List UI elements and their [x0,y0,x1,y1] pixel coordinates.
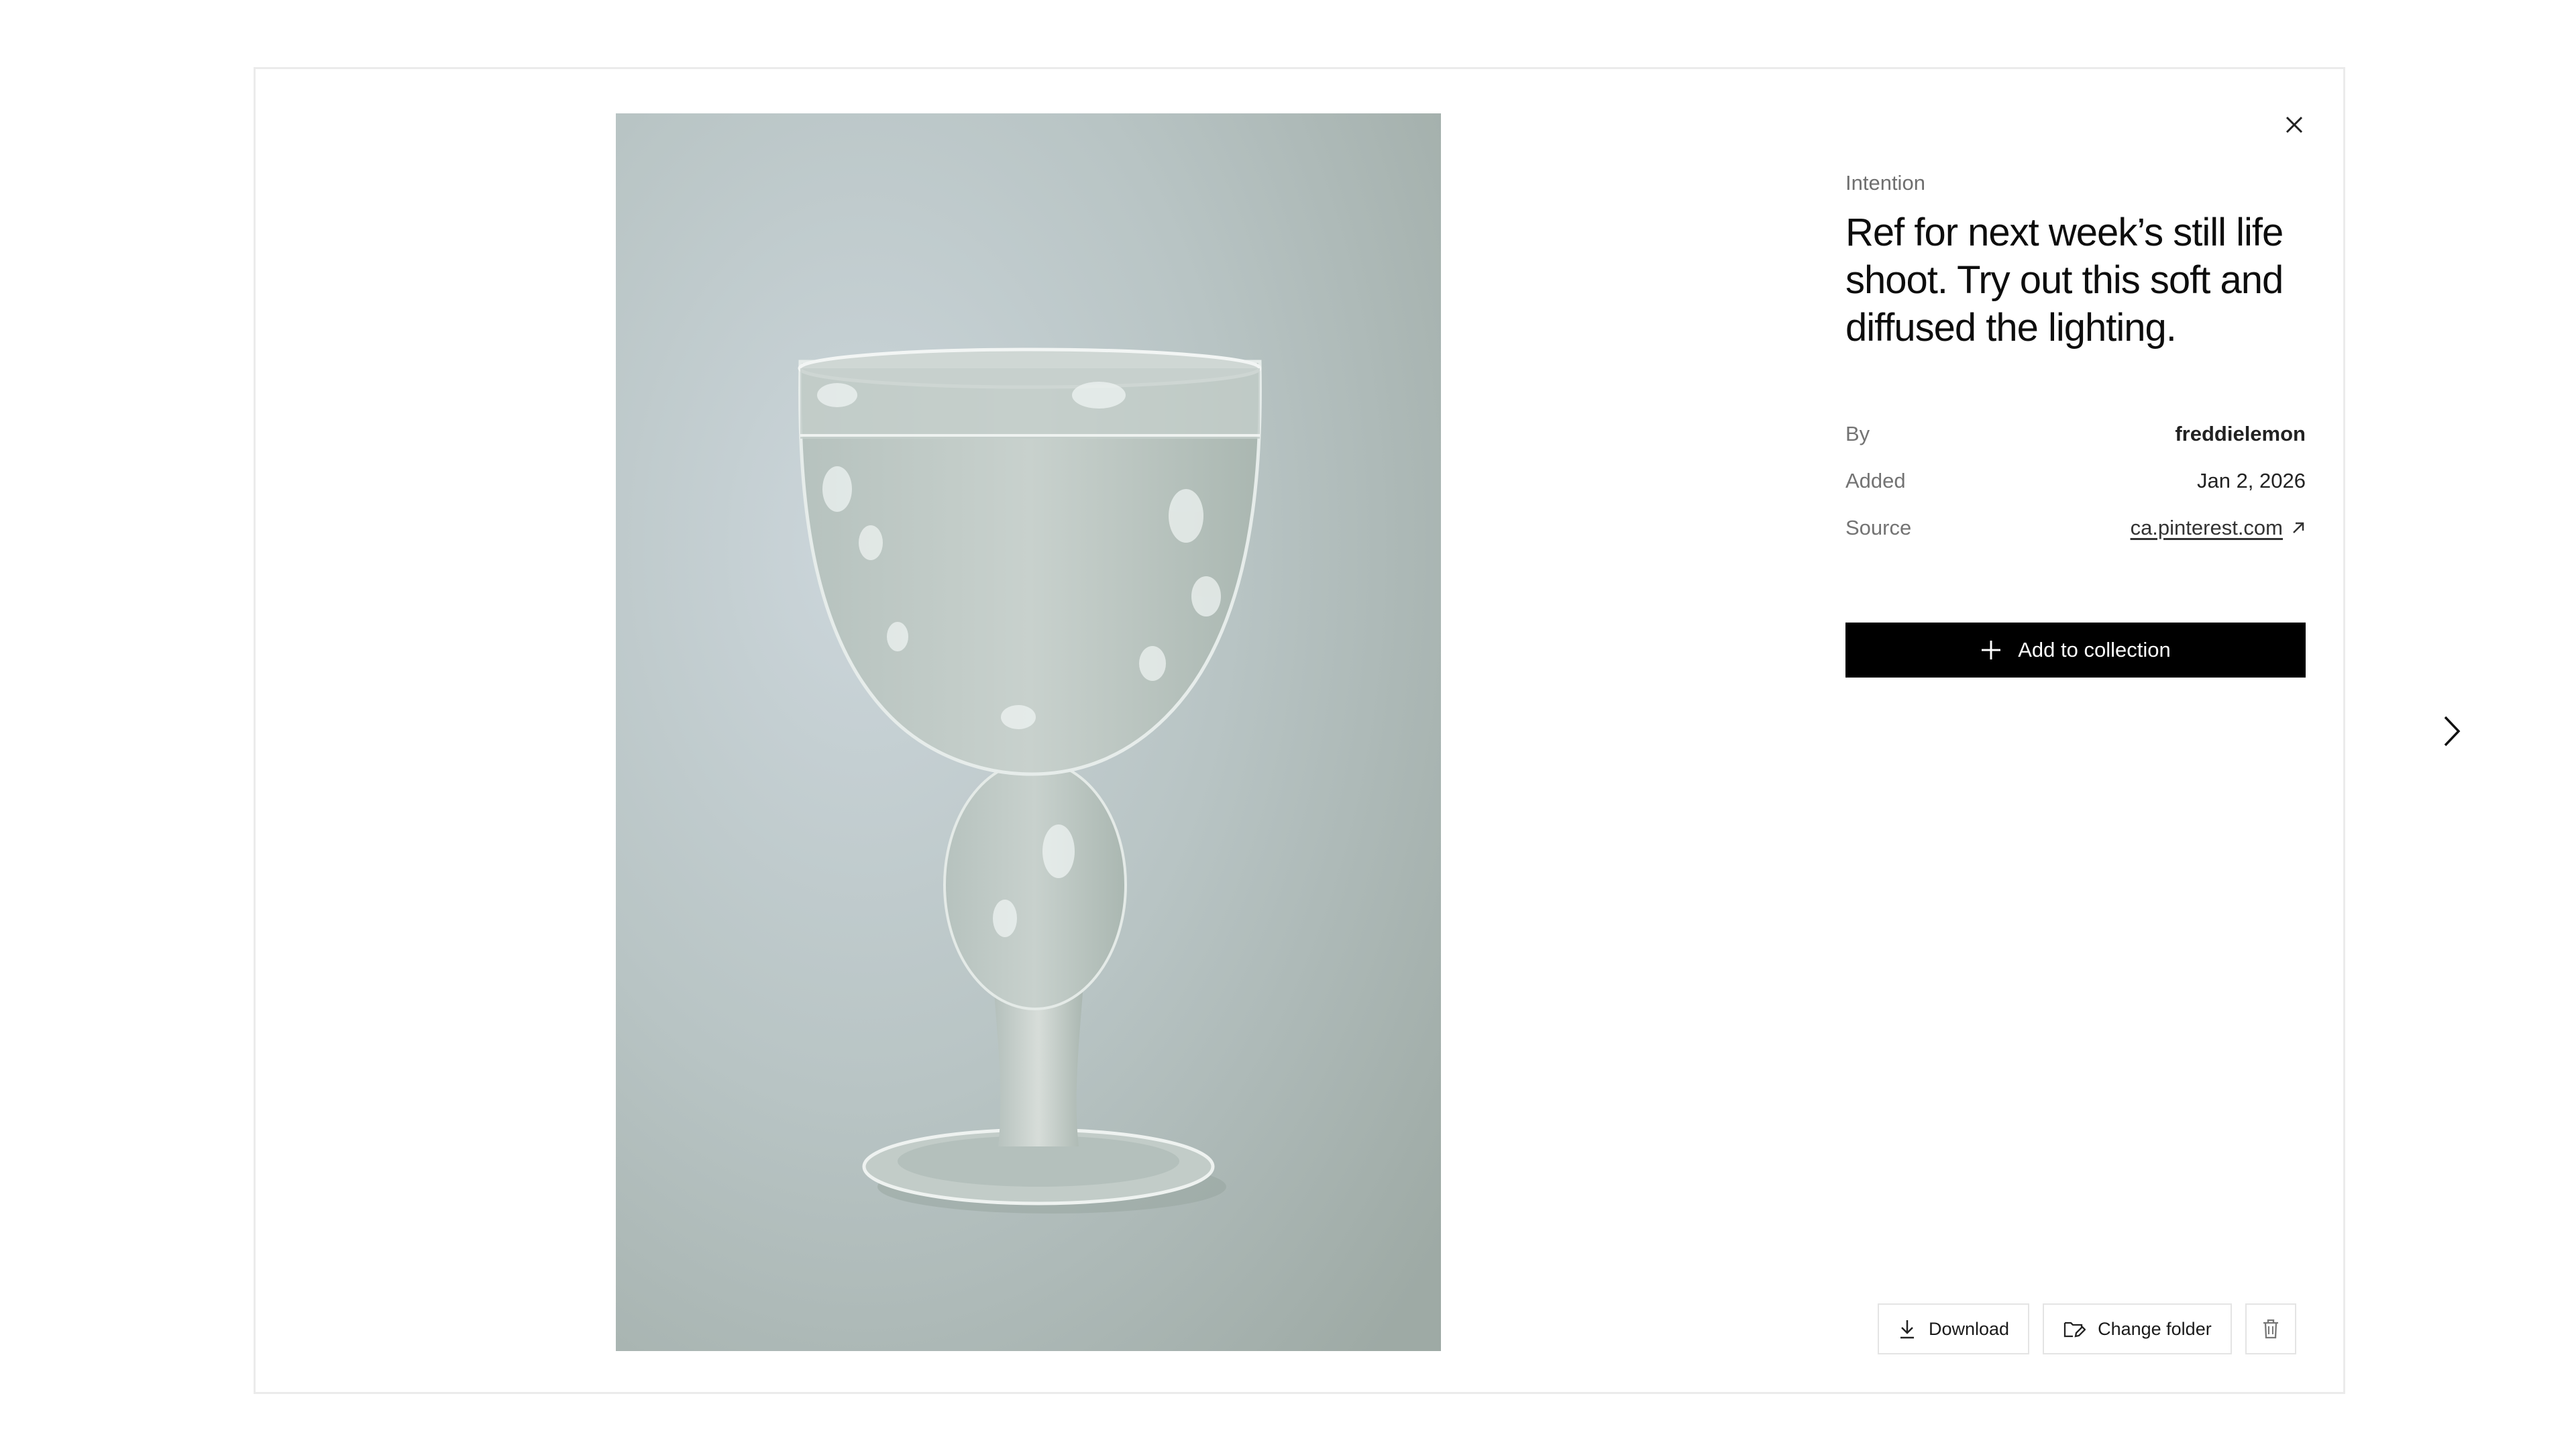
source-link-text: ca.pinterest.com [2130,516,2283,539]
detail-eyebrow: Intention [1845,171,1925,195]
download-button[interactable]: Download [1878,1303,2030,1354]
plus-icon [1982,641,2001,659]
change-folder-button[interactable]: Change folder [2043,1303,2232,1354]
meta-row-by: By freddielemon [1845,411,2306,458]
source-link[interactable]: ca.pinterest.com [2131,516,2306,540]
detail-title: Ref for next week’s still life shoot. Tr… [1845,211,2284,350]
folder-edit-icon [2063,1322,2086,1338]
author-name: freddielemon [2175,422,2306,445]
detail-panel: Intention Ref for next week’s still life… [1845,170,2306,678]
photo-glass-still-life [616,113,1441,1351]
meta-label-added: Added [1845,469,1906,492]
add-to-collection-button[interactable]: Add to collection [1845,623,2306,678]
trash-icon [2263,1319,2278,1339]
image-detail-modal: Intention Ref for next week’s still life… [254,67,2345,1394]
add-to-collection-label: Add to collection [2018,638,2171,661]
change-folder-label: Change folder [2098,1318,2212,1339]
metadata-list: By freddielemon Added Jan 2, 2026 Source… [1845,411,2306,551]
added-date: Jan 2, 2026 [2196,469,2306,492]
download-icon [1900,1320,1914,1339]
action-bar: Download Change folder [1878,1303,2296,1354]
delete-button[interactable] [2245,1303,2296,1354]
download-label: Download [1929,1318,2010,1339]
meta-label-source: Source [1845,516,1912,539]
meta-row-source: Source ca.pinterest.com [1845,504,2306,551]
meta-label-by: By [1845,422,1870,445]
next-image-button[interactable] [2435,711,2469,751]
arrow-up-right-icon [2293,522,2304,533]
close-icon [2286,116,2303,133]
chevron-right-icon [2444,716,2461,747]
close-button[interactable] [2275,106,2313,144]
meta-row-added: Added Jan 2, 2026 [1845,458,2306,504]
